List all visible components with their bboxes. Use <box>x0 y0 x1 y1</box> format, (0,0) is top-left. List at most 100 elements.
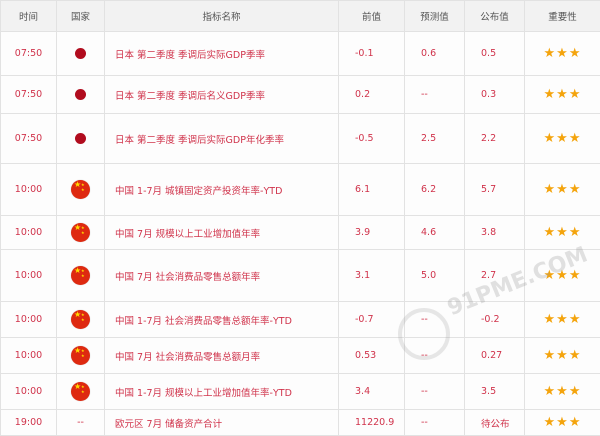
indicator-name: 中国 7月 规模以上工业增加值年率 <box>105 216 339 250</box>
table-row: 10:00 中国 1-7月 城镇固定资产投资年率-YTD 6.1 6.2 5.7… <box>1 164 600 216</box>
table-row: 07:50 日本 第二季度 季调后实际GDP年化季率 -0.5 2.5 2.2 … <box>1 114 600 164</box>
forecast-value: -- <box>405 76 465 114</box>
previous-value: 3.4 <box>339 374 405 410</box>
time-cell: 10:00 <box>1 302 57 338</box>
japan-flag-icon <box>75 89 86 100</box>
previous-value: 3.9 <box>339 216 405 250</box>
importance-stars-icon: ★★★ <box>544 225 582 240</box>
previous-value: -0.1 <box>339 32 405 76</box>
china-flag-icon <box>71 310 90 329</box>
previous-value: -0.7 <box>339 302 405 338</box>
country-cell <box>57 302 105 338</box>
actual-value: 0.5 <box>465 32 525 76</box>
table-row: 10:00 中国 7月 社会消费品零售总额年率 3.1 5.0 2.7 ★★★ <box>1 250 600 302</box>
table-row: 19:00 -- 欧元区 7月 储备资产合计 11220.9 -- 待公布 ★★… <box>1 410 600 436</box>
china-flag-icon <box>71 180 90 199</box>
country-cell <box>57 250 105 302</box>
forecast-value: 2.5 <box>405 114 465 164</box>
importance-stars-icon: ★★★ <box>544 348 582 363</box>
indicator-name: 中国 1-7月 规模以上工业增加值年率-YTD <box>105 374 339 410</box>
importance-cell: ★★★ <box>525 76 600 114</box>
time-cell: 07:50 <box>1 114 57 164</box>
importance-cell: ★★★ <box>525 164 600 216</box>
previous-value: 6.1 <box>339 164 405 216</box>
importance-stars-icon: ★★★ <box>544 415 582 430</box>
forecast-value: 4.6 <box>405 216 465 250</box>
col-header-country: 国家 <box>57 1 105 32</box>
forecast-value: 5.0 <box>405 250 465 302</box>
actual-value: 2.7 <box>465 250 525 302</box>
time-cell: 10:00 <box>1 374 57 410</box>
table-row: 10:00 中国 1-7月 规模以上工业增加值年率-YTD 3.4 -- 3.5… <box>1 374 600 410</box>
time-cell: 10:00 <box>1 216 57 250</box>
actual-value: 5.7 <box>465 164 525 216</box>
country-cell <box>57 76 105 114</box>
col-header-time: 时间 <box>1 1 57 32</box>
importance-cell: ★★★ <box>525 216 600 250</box>
country-cell <box>57 338 105 374</box>
col-header-name: 指标名称 <box>105 1 339 32</box>
actual-value: 2.2 <box>465 114 525 164</box>
japan-flag-icon <box>75 48 86 59</box>
importance-cell: ★★★ <box>525 374 600 410</box>
importance-cell: ★★★ <box>525 338 600 374</box>
importance-stars-icon: ★★★ <box>544 268 582 283</box>
actual-value: 0.3 <box>465 76 525 114</box>
time-cell: 10:00 <box>1 338 57 374</box>
country-cell <box>57 164 105 216</box>
economic-calendar-table: 时间 国家 指标名称 前值 预测值 公布值 重要性 07:50 日本 第二季度 … <box>0 0 600 436</box>
time-cell: 07:50 <box>1 76 57 114</box>
actual-value: 待公布 <box>465 410 525 436</box>
time-cell: 10:00 <box>1 164 57 216</box>
country-cell <box>57 114 105 164</box>
previous-value: -0.5 <box>339 114 405 164</box>
indicator-name: 日本 第二季度 季调后实际GDP年化季率 <box>105 114 339 164</box>
importance-stars-icon: ★★★ <box>544 131 582 146</box>
importance-stars-icon: ★★★ <box>544 182 582 197</box>
previous-value: 11220.9 <box>339 410 405 436</box>
time-cell: 10:00 <box>1 250 57 302</box>
japan-flag-icon <box>75 133 86 144</box>
col-header-previous: 前值 <box>339 1 405 32</box>
importance-cell: ★★★ <box>525 114 600 164</box>
importance-cell: ★★★ <box>525 250 600 302</box>
col-header-forecast: 预测值 <box>405 1 465 32</box>
col-header-actual: 公布值 <box>465 1 525 32</box>
previous-value: 0.2 <box>339 76 405 114</box>
country-cell: -- <box>57 410 105 436</box>
table-row: 10:00 中国 7月 社会消费品零售总额月率 0.53 -- 0.27 ★★★ <box>1 338 600 374</box>
forecast-value: -- <box>405 302 465 338</box>
col-header-importance: 重要性 <box>525 1 600 32</box>
china-flag-icon <box>71 382 90 401</box>
importance-cell: ★★★ <box>525 410 600 436</box>
table-row: 07:50 日本 第二季度 季调后实际GDP季率 -0.1 0.6 0.5 ★★… <box>1 32 600 76</box>
indicator-name: 中国 7月 社会消费品零售总额年率 <box>105 250 339 302</box>
indicator-name: 中国 7月 社会消费品零售总额月率 <box>105 338 339 374</box>
importance-cell: ★★★ <box>525 32 600 76</box>
forecast-value: 0.6 <box>405 32 465 76</box>
indicator-name: 中国 1-7月 社会消费品零售总额年率-YTD <box>105 302 339 338</box>
forecast-value: -- <box>405 374 465 410</box>
importance-stars-icon: ★★★ <box>544 312 582 327</box>
importance-stars-icon: ★★★ <box>544 46 582 61</box>
actual-value: 3.5 <box>465 374 525 410</box>
time-cell: 07:50 <box>1 32 57 76</box>
table-row: 10:00 中国 1-7月 社会消费品零售总额年率-YTD -0.7 -- -0… <box>1 302 600 338</box>
indicator-name: 中国 1-7月 城镇固定资产投资年率-YTD <box>105 164 339 216</box>
table-header: 时间 国家 指标名称 前值 预测值 公布值 重要性 <box>1 1 600 32</box>
importance-stars-icon: ★★★ <box>544 87 582 102</box>
previous-value: 3.1 <box>339 250 405 302</box>
indicator-name: 日本 第二季度 季调后名义GDP季率 <box>105 76 339 114</box>
country-cell <box>57 216 105 250</box>
country-cell <box>57 32 105 76</box>
china-flag-icon <box>71 346 90 365</box>
actual-value: 3.8 <box>465 216 525 250</box>
actual-value: -0.2 <box>465 302 525 338</box>
china-flag-icon <box>71 266 90 285</box>
importance-cell: ★★★ <box>525 302 600 338</box>
time-cell: 19:00 <box>1 410 57 436</box>
importance-stars-icon: ★★★ <box>544 384 582 399</box>
forecast-value: -- <box>405 338 465 374</box>
china-flag-icon <box>71 223 90 242</box>
country-cell <box>57 374 105 410</box>
